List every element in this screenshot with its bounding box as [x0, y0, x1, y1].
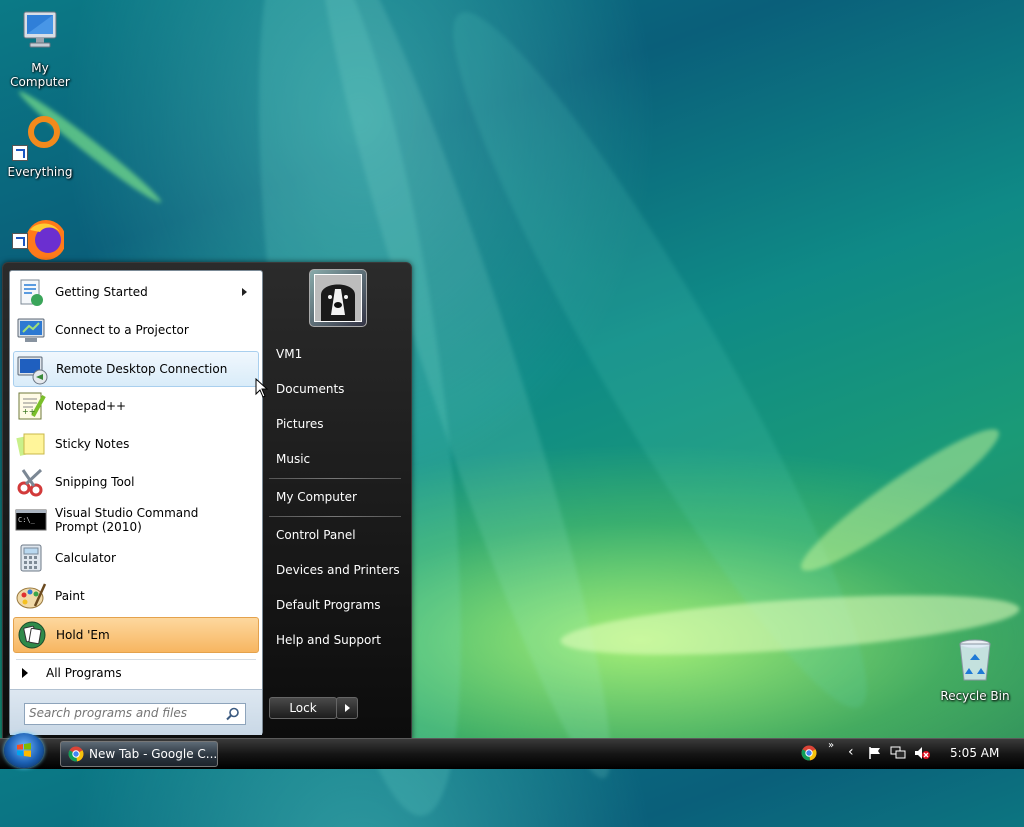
wallpaper-streak: [790, 414, 1010, 586]
lock-button[interactable]: Lock: [269, 697, 337, 719]
start-menu: Getting Started Connect to a Projector R…: [2, 262, 412, 740]
program-hold-em[interactable]: Hold 'Em: [13, 617, 259, 653]
clock[interactable]: 5:05 AM: [950, 746, 999, 760]
program-vs-command-prompt[interactable]: C:\_ Visual Studio Command Prompt (2010): [13, 503, 257, 537]
program-label: Paint: [55, 589, 85, 603]
program-snipping-tool[interactable]: Snipping Tool: [13, 465, 257, 499]
desktop-icon-recycle-bin[interactable]: Recycle Bin: [935, 636, 1015, 703]
places-default-programs[interactable]: Default Programs: [276, 598, 381, 612]
desktop-icon-firefox[interactable]: [0, 216, 80, 267]
all-programs-label: All Programs: [46, 666, 122, 680]
search-icon[interactable]: [226, 707, 240, 721]
desktop-icon-everything[interactable]: Everything: [0, 112, 80, 179]
scissors-icon: [17, 468, 43, 497]
volume-muted-icon[interactable]: [914, 746, 930, 760]
shutdown-options-arrow-button[interactable]: [336, 697, 358, 719]
chrome-icon: [68, 746, 84, 762]
program-sticky-notes[interactable]: Sticky Notes: [13, 427, 257, 461]
remote-desktop-icon: [17, 356, 48, 385]
shortcut-arrow-icon: [12, 145, 28, 161]
separator: [269, 516, 401, 517]
taskbar-button-label: New Tab - Google C...: [89, 747, 218, 761]
program-label: Notepad++: [55, 399, 127, 413]
program-label: Visual Studio Command Prompt (2010): [55, 506, 199, 534]
program-paint[interactable]: Paint: [13, 579, 257, 613]
system-tray: » ‹ 5:05 AM: [790, 738, 1024, 768]
search-box[interactable]: [24, 703, 246, 725]
user-avatar-dog-icon: [315, 275, 361, 321]
start-menu-programs-pane: Getting Started Connect to a Projector R…: [9, 270, 263, 735]
places-devices-and-printers[interactable]: Devices and Printers: [276, 563, 400, 577]
desktop-icon-my-computer[interactable]: My Computer: [0, 8, 80, 89]
calculator-icon: [20, 544, 42, 572]
program-label: Connect to a Projector: [55, 323, 189, 337]
windows-logo-icon: [17, 743, 31, 757]
start-button[interactable]: [4, 733, 44, 768]
mouse-cursor-icon: [255, 378, 269, 398]
command-prompt-icon: C:\_: [15, 509, 47, 531]
program-getting-started[interactable]: Getting Started: [13, 275, 257, 309]
submenu-arrow-icon: [242, 288, 247, 296]
program-label: Remote Desktop Connection: [56, 362, 228, 376]
places-my-computer[interactable]: My Computer: [276, 490, 357, 504]
svg-text:C:\_: C:\_: [18, 516, 36, 524]
places-documents[interactable]: Documents: [276, 382, 344, 396]
program-calculator[interactable]: Calculator: [13, 541, 257, 575]
search-area: [10, 689, 262, 735]
show-more-icon[interactable]: »: [828, 740, 834, 751]
search-input[interactable]: [25, 704, 219, 722]
user-picture[interactable]: [309, 269, 367, 327]
svg-text:++: ++: [22, 407, 35, 416]
program-notepadpp[interactable]: ++ Notepad++: [13, 389, 257, 423]
program-label: Hold 'Em: [56, 628, 110, 642]
desktop-icon-label: Recycle Bin: [940, 689, 1010, 703]
separator: [269, 478, 401, 479]
places-control-panel[interactable]: Control Panel: [276, 528, 356, 542]
desktop-icon-label: Everything: [7, 165, 73, 179]
hold-em-icon: [18, 621, 46, 649]
taskbar-button-chrome[interactable]: New Tab - Google C...: [60, 741, 218, 767]
all-programs-arrow-icon: [22, 668, 28, 678]
network-icon[interactable]: [890, 746, 906, 760]
program-label: Getting Started: [55, 285, 148, 299]
notepadpp-icon: ++: [18, 392, 46, 420]
action-center-flag-icon[interactable]: [868, 746, 882, 760]
program-remote-desktop-connection[interactable]: Remote Desktop Connection: [13, 351, 259, 387]
sticky-notes-icon: [16, 433, 45, 456]
chrome-tray-icon[interactable]: [801, 745, 817, 761]
places-pictures[interactable]: Pictures: [276, 417, 324, 431]
program-label: Calculator: [55, 551, 116, 565]
program-connect-to-projector[interactable]: Connect to a Projector: [13, 313, 257, 347]
projector-icon: [17, 318, 45, 342]
places-music[interactable]: Music: [276, 452, 310, 466]
shortcut-arrow-icon: [12, 233, 28, 249]
program-label: Snipping Tool: [55, 475, 135, 489]
places-help-and-support[interactable]: Help and Support: [276, 633, 381, 647]
getting-started-icon: [20, 279, 43, 306]
paint-palette-icon: [16, 583, 47, 609]
places-user-folder[interactable]: VM1: [276, 347, 302, 361]
recycle-bin-icon: [959, 639, 991, 681]
computer-icon: [23, 11, 57, 48]
all-programs-button[interactable]: All Programs: [16, 659, 256, 686]
program-label: Sticky Notes: [55, 437, 130, 451]
desktop-icon-label: My Computer: [10, 61, 70, 89]
back-arrow-icon[interactable]: ‹: [848, 744, 854, 760]
